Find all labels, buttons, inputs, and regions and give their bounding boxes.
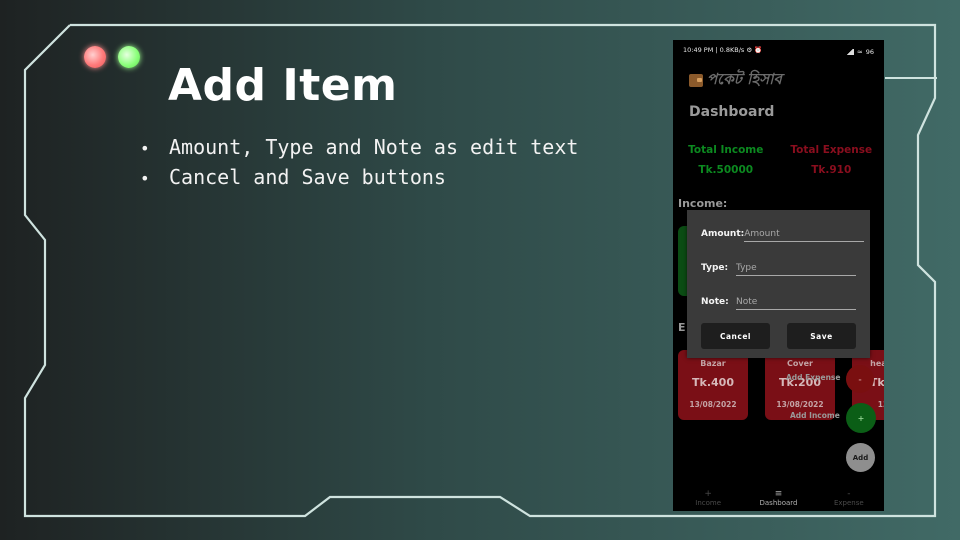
phone-connector-line bbox=[885, 77, 937, 79]
nav-expense[interactable]: - Expense bbox=[814, 485, 884, 511]
bullet-text: Amount, Type and Note as edit text bbox=[169, 135, 579, 159]
nav-dashboard[interactable]: ≡ Dashboard bbox=[743, 485, 813, 511]
battery-level: 96 bbox=[865, 48, 874, 56]
note-row: Note: bbox=[701, 292, 856, 312]
expense-card-date: 13/08/2022 bbox=[776, 400, 824, 409]
income-section-label: Income: bbox=[678, 197, 728, 210]
nav-income[interactable]: + Income bbox=[673, 485, 743, 511]
type-row: Type: bbox=[701, 258, 856, 278]
expense-section-label: E bbox=[678, 321, 686, 334]
plus-icon: + bbox=[704, 489, 712, 499]
total-expense-value: Tk.910 bbox=[811, 164, 852, 176]
bullet-list: • Amount, Type and Note as edit text • Can… bbox=[140, 133, 578, 193]
type-input[interactable] bbox=[736, 260, 856, 276]
phone-screenshot: 10:49 PM | 0.8KB/s ⚙ ⏰ ≈ 96 পকেট হিসাব D… bbox=[673, 40, 884, 511]
add-fab-button[interactable]: Add bbox=[846, 443, 875, 472]
add-expense-button[interactable]: - bbox=[846, 365, 874, 393]
dashboard-title: Dashboard bbox=[689, 104, 775, 120]
nav-expense-label: Expense bbox=[833, 499, 864, 507]
bullet-glyph: • bbox=[140, 169, 150, 188]
bullet-item: • Cancel and Save buttons bbox=[140, 163, 578, 193]
app-header: পকেট হিসাব bbox=[689, 68, 782, 93]
total-expense-label: Total Expense bbox=[790, 144, 873, 156]
expense-card[interactable]: Cover Tk.200 13/08/2022 bbox=[765, 350, 835, 420]
status-bar: 10:49 PM | 0.8KB/s ⚙ ⏰ ≈ 96 bbox=[683, 46, 874, 58]
amount-input[interactable] bbox=[744, 226, 865, 242]
add-income-button[interactable]: + bbox=[846, 403, 876, 433]
status-time: 10:49 PM | 0.8KB/s ⚙ ⏰ bbox=[683, 46, 763, 54]
expense-card-name: Cover bbox=[787, 359, 813, 368]
red-dot-decoration bbox=[84, 46, 106, 68]
expense-card[interactable]: Bazar Tk.400 13/08/2022 bbox=[678, 350, 748, 420]
expense-card-amount: Tk.400 bbox=[692, 376, 734, 389]
wifi-icon: ≈ bbox=[856, 48, 863, 56]
save-button[interactable]: Save bbox=[787, 323, 856, 349]
total-income: Total Income Tk.50000 bbox=[673, 140, 779, 180]
signal-icon bbox=[845, 49, 854, 55]
bullet-glyph: • bbox=[140, 139, 150, 158]
bullet-text: Cancel and Save buttons bbox=[169, 165, 446, 189]
add-item-dialog: Amount: Type: Note: Cancel Save bbox=[687, 210, 870, 358]
wallet-icon bbox=[689, 74, 703, 87]
status-icons: ≈ 96 bbox=[845, 46, 874, 58]
app-name: পকেট হিসাব bbox=[707, 70, 782, 88]
menu-icon: ≡ bbox=[774, 489, 783, 499]
nav-dashboard-label: Dashboard bbox=[759, 499, 798, 507]
expense-card-name: Bazar bbox=[700, 359, 726, 368]
bullet-item: • Amount, Type and Note as edit text bbox=[140, 133, 578, 163]
bottom-nav: + Income ≡ Dashboard - Expense bbox=[673, 485, 884, 511]
green-dot-decoration bbox=[118, 46, 140, 68]
add-income-label: Add Income bbox=[790, 411, 840, 420]
total-expense: Total Expense Tk.910 bbox=[779, 140, 885, 180]
add-expense-label: Add Expense bbox=[786, 373, 841, 382]
type-label: Type: bbox=[701, 263, 729, 273]
totals-row: Total Income Tk.50000 Total Expense Tk.9… bbox=[673, 140, 884, 180]
amount-row: Amount: bbox=[701, 224, 865, 244]
total-income-value: Tk.50000 bbox=[698, 164, 754, 176]
total-income-label: Total Income bbox=[688, 144, 764, 156]
cancel-button[interactable]: Cancel bbox=[701, 323, 770, 349]
slide-title: Add Item bbox=[168, 60, 398, 111]
note-label: Note: bbox=[701, 297, 729, 307]
amount-label: Amount: bbox=[701, 229, 745, 239]
expense-card-date: 13/08/2022 bbox=[689, 400, 737, 409]
minus-icon: - bbox=[847, 489, 851, 499]
note-input[interactable] bbox=[736, 294, 856, 310]
nav-income-label: Income bbox=[695, 499, 722, 507]
